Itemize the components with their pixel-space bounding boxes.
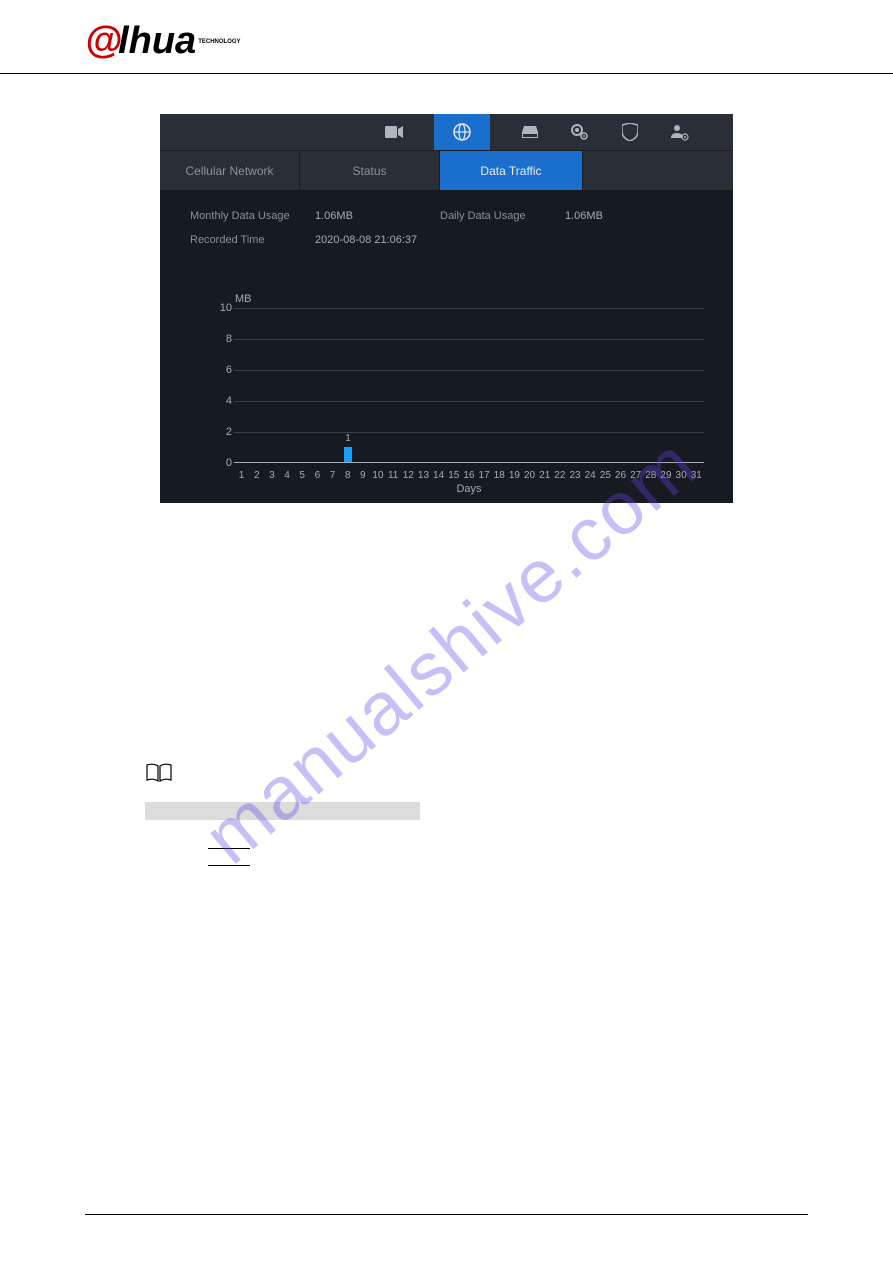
x-tick: 15 xyxy=(446,470,461,481)
x-tick: 12 xyxy=(401,470,416,481)
tab-cellular-network[interactable]: Cellular Network xyxy=(160,150,300,190)
camera-icon[interactable] xyxy=(384,123,404,141)
daily-usage-label: Daily Data Usage xyxy=(440,210,565,222)
x-tick: 11 xyxy=(386,470,401,481)
x-tick: 2 xyxy=(249,470,264,481)
x-tick: 1 xyxy=(234,470,249,481)
x-tick: 23 xyxy=(567,470,582,481)
x-tick: 14 xyxy=(431,470,446,481)
bar-chart: 10 8 6 4 2 0 1 1 2 3 xyxy=(234,308,704,463)
logo-subtitle: TECHNOLOGY xyxy=(198,39,240,45)
x-tick: 19 xyxy=(507,470,522,481)
highlight-bar xyxy=(145,802,420,820)
x-tick: 16 xyxy=(461,470,476,481)
bar-value-label: 1 xyxy=(345,433,351,444)
monthly-usage-value: 1.06MB xyxy=(315,210,440,222)
stats-row-1: Monthly Data Usage 1.06MB Daily Data Usa… xyxy=(190,210,703,222)
bar-day-8 xyxy=(344,447,352,463)
x-tick: 28 xyxy=(643,470,658,481)
tab-data-traffic[interactable]: Data Traffic xyxy=(440,150,583,190)
x-tick: 10 xyxy=(370,470,385,481)
storage-icon[interactable] xyxy=(520,123,540,141)
book-icon xyxy=(145,763,173,783)
globe-icon[interactable] xyxy=(434,114,490,150)
y-tick: 6 xyxy=(226,364,232,376)
y-axis-labels: 10 8 6 4 2 0 xyxy=(214,308,232,463)
gridline xyxy=(234,370,704,371)
x-tick: 24 xyxy=(583,470,598,481)
x-tick: 27 xyxy=(628,470,643,481)
x-tick: 22 xyxy=(552,470,567,481)
x-tick: 31 xyxy=(689,470,704,481)
x-tick: 18 xyxy=(492,470,507,481)
chart-area: MB 10 8 6 4 2 0 1 1 xyxy=(160,278,733,503)
y-tick: 2 xyxy=(226,426,232,438)
page-header: @ lhua TECHNOLOGY xyxy=(0,0,893,74)
step-underline xyxy=(208,848,250,849)
x-tick: 21 xyxy=(537,470,552,481)
chart-unit-label: MB xyxy=(235,293,252,305)
x-tick: 7 xyxy=(325,470,340,481)
x-tick: 25 xyxy=(598,470,613,481)
settings-gear-icon[interactable] xyxy=(570,123,590,141)
recorded-time-value: 2020-08-08 21:06:37 xyxy=(315,234,440,246)
top-nav-icons xyxy=(160,114,733,150)
x-axis-title: Days xyxy=(456,483,481,495)
stats-panel: Monthly Data Usage 1.06MB Daily Data Usa… xyxy=(160,190,733,278)
x-tick: 4 xyxy=(279,470,294,481)
main-content: Cellular Network Status Data Traffic Mon… xyxy=(0,74,893,922)
x-tick: 6 xyxy=(310,470,325,481)
x-axis-labels: 1 2 3 4 5 6 7 8 9 10 11 12 13 14 15 16 1 xyxy=(234,470,704,481)
x-tick: 20 xyxy=(522,470,537,481)
y-tick: 8 xyxy=(226,333,232,345)
tab-spacer xyxy=(583,150,732,190)
x-tick: 9 xyxy=(355,470,370,481)
x-axis xyxy=(234,462,704,463)
y-tick: 10 xyxy=(220,302,232,314)
note-area xyxy=(145,763,808,866)
tabs-bar: Cellular Network Status Data Traffic xyxy=(160,150,733,190)
logo-symbol: @ xyxy=(85,20,122,63)
gridline xyxy=(234,308,704,309)
y-tick: 4 xyxy=(226,395,232,407)
shield-icon[interactable] xyxy=(620,123,640,141)
daily-usage-value: 1.06MB xyxy=(565,210,690,222)
stats-row-2: Recorded Time 2020-08-08 21:06:37 xyxy=(190,234,703,246)
x-tick: 5 xyxy=(295,470,310,481)
gridline xyxy=(234,401,704,402)
x-tick: 29 xyxy=(658,470,673,481)
recorded-time-label: Recorded Time xyxy=(190,234,315,246)
step-underline xyxy=(208,865,250,866)
x-tick: 17 xyxy=(477,470,492,481)
brand-logo: @ lhua TECHNOLOGY xyxy=(85,20,241,63)
x-tick: 26 xyxy=(613,470,628,481)
procedure-section xyxy=(208,848,808,866)
tab-status[interactable]: Status xyxy=(300,150,440,190)
gridline xyxy=(234,432,704,433)
page-footer xyxy=(85,1214,808,1215)
app-screenshot: Cellular Network Status Data Traffic Mon… xyxy=(160,114,733,503)
x-tick: 8 xyxy=(340,470,355,481)
y-tick: 0 xyxy=(226,457,232,469)
monthly-usage-label: Monthly Data Usage xyxy=(190,210,315,222)
x-tick: 3 xyxy=(264,470,279,481)
logo-text: lhua xyxy=(118,20,196,63)
user-settings-icon[interactable] xyxy=(670,123,690,141)
x-tick: 30 xyxy=(674,470,689,481)
gridline xyxy=(234,339,704,340)
x-tick: 13 xyxy=(416,470,431,481)
